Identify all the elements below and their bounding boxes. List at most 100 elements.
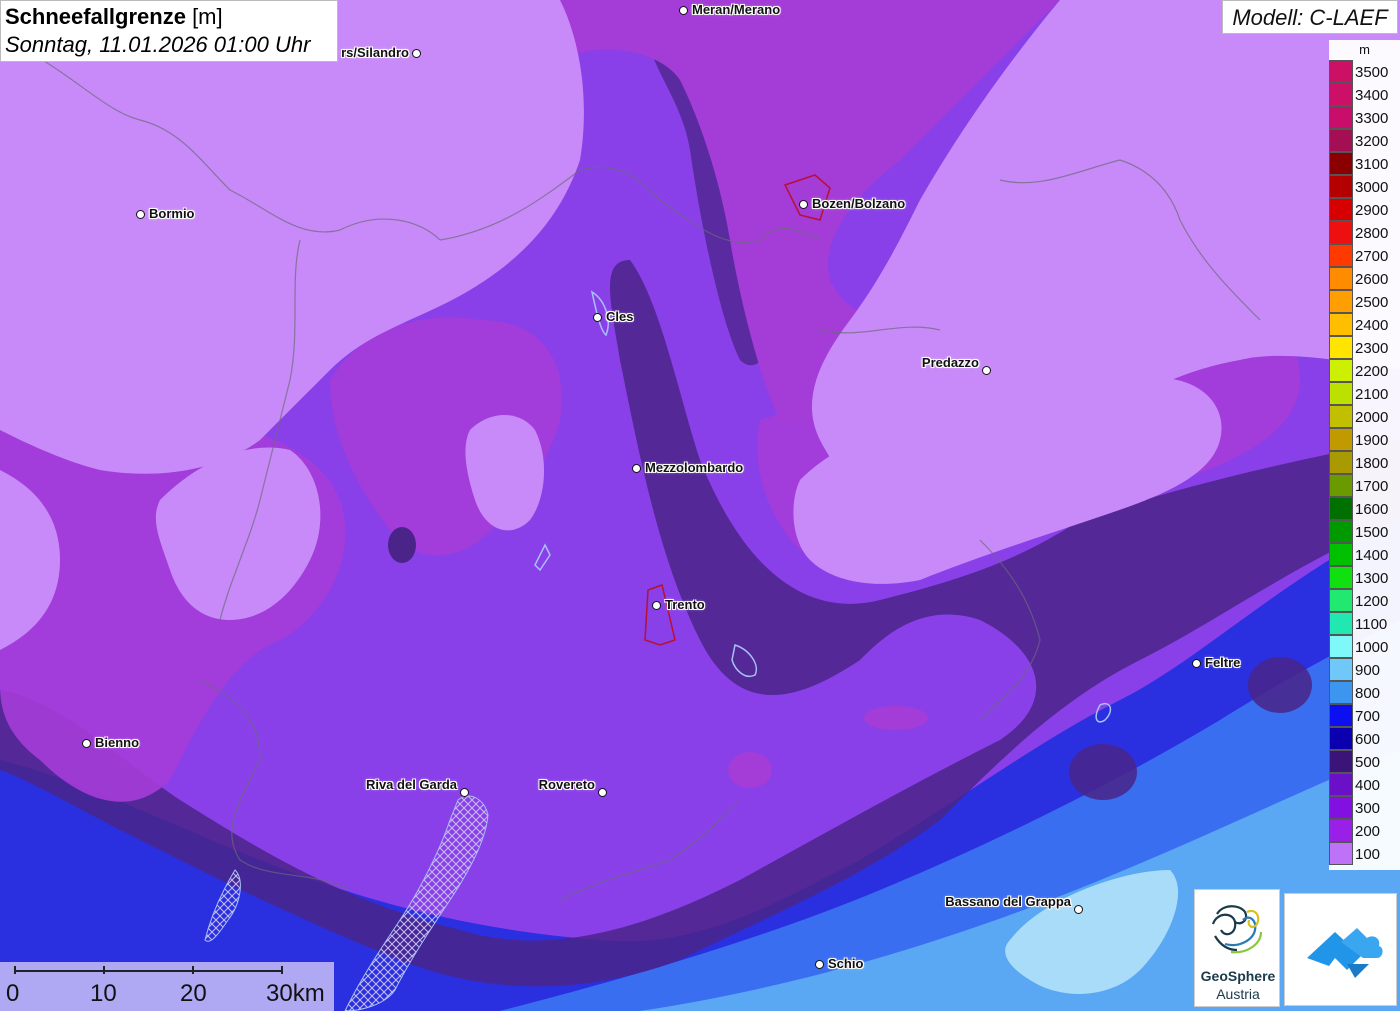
legend-swatch bbox=[1329, 727, 1353, 750]
legend-item: 2600 bbox=[1329, 267, 1400, 290]
city-marker bbox=[412, 49, 421, 58]
legend-item: 3100 bbox=[1329, 152, 1400, 175]
logo-text-geosphere: GeoSphere bbox=[1200, 968, 1276, 984]
legend-swatch bbox=[1329, 704, 1353, 727]
geosphere-logo-icon bbox=[1211, 905, 1263, 954]
legend-item: 500 bbox=[1329, 750, 1400, 773]
legend-item: 2300 bbox=[1329, 336, 1400, 359]
legend-item: 1700 bbox=[1329, 474, 1400, 497]
legend-swatch bbox=[1329, 359, 1353, 382]
legend-label: 1900 bbox=[1355, 432, 1389, 449]
legend-label: 3200 bbox=[1355, 133, 1389, 150]
legend-item: 700 bbox=[1329, 704, 1400, 727]
legend-swatch bbox=[1329, 681, 1353, 704]
legend-label: 200 bbox=[1355, 823, 1381, 840]
legend-label: 3300 bbox=[1355, 110, 1389, 127]
city-marker bbox=[652, 601, 661, 610]
city-label: Trento bbox=[665, 597, 705, 612]
legend-swatch bbox=[1329, 83, 1353, 106]
scale-label-20: 20 bbox=[180, 980, 207, 1007]
map-title: Schneefallgrenze [m] bbox=[5, 4, 223, 29]
legend-label: 1600 bbox=[1355, 501, 1389, 518]
legend-item: 3000 bbox=[1329, 175, 1400, 198]
legend-item: 3200 bbox=[1329, 129, 1400, 152]
legend-swatch bbox=[1329, 750, 1353, 773]
legend-swatch bbox=[1329, 589, 1353, 612]
legend-item: 300 bbox=[1329, 796, 1400, 819]
legend-swatch bbox=[1329, 175, 1353, 198]
color-legend: m 3500 3400 3300 3200 3100 3000 2900 2800 2700 26… bbox=[1329, 40, 1400, 870]
legend-item: 2900 bbox=[1329, 198, 1400, 221]
legend-swatch bbox=[1329, 520, 1353, 543]
legend-swatch bbox=[1329, 566, 1353, 589]
city-label: Feltre bbox=[1205, 655, 1241, 670]
legend-item: 1000 bbox=[1329, 635, 1400, 658]
legend-label: 2600 bbox=[1355, 271, 1389, 288]
geosphere-logo[interactable]: GeoSphere Austria bbox=[1194, 889, 1280, 1007]
legend-swatch bbox=[1329, 474, 1353, 497]
legend-swatch bbox=[1329, 267, 1353, 290]
legend-unit: m bbox=[1359, 42, 1370, 57]
map-title-box: Schneefallgrenze [m] Sonntag, 11.01.2026… bbox=[0, 0, 338, 62]
city-marker bbox=[982, 366, 991, 375]
legend-item: 1300 bbox=[1329, 566, 1400, 589]
legend-label: 3100 bbox=[1355, 156, 1389, 173]
legend-item: 2000 bbox=[1329, 405, 1400, 428]
legend-swatch bbox=[1329, 497, 1353, 520]
map-subtitle: Sonntag, 11.01.2026 01:00 Uhr bbox=[5, 32, 311, 57]
legend-label: 2400 bbox=[1355, 317, 1389, 334]
legend-label: 600 bbox=[1355, 731, 1381, 748]
legend-item: 600 bbox=[1329, 727, 1400, 750]
legend-label: 1000 bbox=[1355, 639, 1389, 656]
scale-label-0: 0 bbox=[6, 980, 20, 1007]
scale-tick bbox=[14, 966, 16, 974]
city-marker bbox=[598, 788, 607, 797]
legend-label: 1200 bbox=[1355, 593, 1389, 610]
legend-item: 2400 bbox=[1329, 313, 1400, 336]
legend-label: 3500 bbox=[1355, 64, 1389, 81]
city-marker bbox=[82, 739, 91, 748]
legend-item: 2500 bbox=[1329, 290, 1400, 313]
legend-item: 3300 bbox=[1329, 106, 1400, 129]
legend-swatch bbox=[1329, 60, 1353, 83]
city-label: Meran/Merano bbox=[692, 2, 781, 17]
legend-swatch bbox=[1329, 382, 1353, 405]
app-link[interactable] bbox=[1284, 893, 1397, 1006]
snowline-map[interactable] bbox=[0, 0, 1400, 1011]
legend-item: 1500 bbox=[1329, 520, 1400, 543]
legend-swatch bbox=[1329, 796, 1353, 819]
legend-item: 400 bbox=[1329, 773, 1400, 796]
legend-item: 2700 bbox=[1329, 244, 1400, 267]
legend-item: 800 bbox=[1329, 681, 1400, 704]
city-marker bbox=[632, 464, 641, 473]
legend-swatch bbox=[1329, 106, 1353, 129]
legend-swatch bbox=[1329, 842, 1353, 865]
legend-swatch bbox=[1329, 336, 1353, 359]
scale-label-10: 10 bbox=[90, 980, 117, 1007]
legend-label: 2500 bbox=[1355, 294, 1389, 311]
city-marker bbox=[136, 210, 145, 219]
city-label: Bienno bbox=[95, 735, 140, 750]
legend-swatch bbox=[1329, 773, 1353, 796]
city-label: Schio bbox=[828, 956, 864, 971]
legend-item: 2200 bbox=[1329, 359, 1400, 382]
legend-swatch bbox=[1329, 221, 1353, 244]
city-marker bbox=[799, 200, 808, 209]
legend-swatch bbox=[1329, 635, 1353, 658]
legend-label: 1300 bbox=[1355, 570, 1389, 587]
scale-tick bbox=[103, 966, 105, 974]
legend-swatch bbox=[1329, 290, 1353, 313]
legend-label: 2200 bbox=[1355, 363, 1389, 380]
city-marker bbox=[815, 960, 824, 969]
legend-label: 1100 bbox=[1355, 616, 1388, 633]
scale-bar: 0 10 20 30km bbox=[0, 962, 334, 1011]
legend-label: 1800 bbox=[1355, 455, 1389, 472]
legend-swatch bbox=[1329, 313, 1353, 336]
city-marker bbox=[679, 6, 688, 15]
legend-label: 100 bbox=[1355, 846, 1381, 863]
legend-label: 2100 bbox=[1355, 386, 1389, 403]
city-label: Bassano del Grappa bbox=[945, 894, 1071, 909]
legend-item: 1100 bbox=[1329, 612, 1400, 635]
city-label: Predazzo bbox=[921, 355, 979, 370]
legend-swatch bbox=[1329, 129, 1353, 152]
